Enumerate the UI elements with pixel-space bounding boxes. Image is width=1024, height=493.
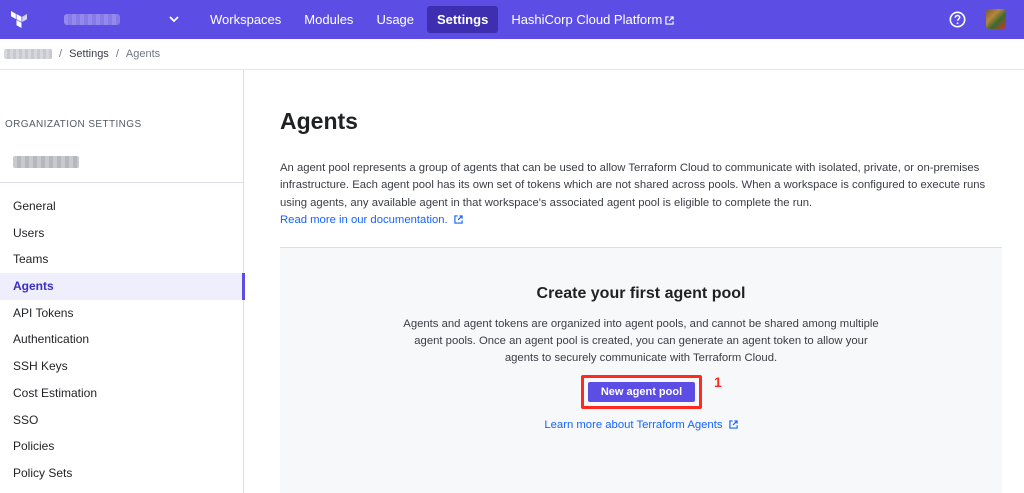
breadcrumb-separator: / <box>115 48 119 60</box>
nav-modules[interactable]: Modules <box>294 6 363 33</box>
sidebar-heading: ORGANIZATION SETTINGS <box>5 119 142 130</box>
breadcrumb-org-redacted[interactable] <box>4 49 52 59</box>
terraform-logo[interactable] <box>0 0 38 39</box>
sidebar-item-teams[interactable]: Teams <box>0 246 244 273</box>
page-title: Agents <box>280 108 358 134</box>
new-agent-pool-button[interactable]: New agent pool <box>588 382 695 402</box>
sidebar-divider <box>0 182 243 183</box>
sidebar-menu: General Users Teams Agents API Tokens Au… <box>0 193 245 487</box>
external-link-icon <box>454 215 463 224</box>
empty-state-title: Create your first agent pool <box>536 285 746 302</box>
help-icon[interactable] <box>949 11 966 28</box>
settings-sidebar: ORGANIZATION SETTINGS General Users Team… <box>0 70 245 493</box>
user-avatar[interactable] <box>986 9 1006 29</box>
nav-workspaces[interactable]: Workspaces <box>200 6 291 33</box>
breadcrumb-separator: / <box>59 48 63 60</box>
learn-more-agents-link[interactable]: Learn more about Terraform Agents <box>280 419 1002 431</box>
sidebar-org-redacted <box>13 156 79 168</box>
external-link-icon <box>665 16 675 25</box>
breadcrumb-agents: Agents <box>125 48 161 60</box>
empty-state-panel: Create your first agent pool Agents and … <box>280 247 1002 493</box>
sidebar-item-cost-estimation[interactable]: Cost Estimation <box>0 380 244 407</box>
empty-state-text: Agents and agent tokens are organized in… <box>403 318 879 365</box>
top-nav: Workspaces Modules Usage Settings HashiC… <box>0 0 1024 39</box>
description-text: An agent pool represents a group of agen… <box>280 162 986 209</box>
nav-usage[interactable]: Usage <box>366 6 424 33</box>
external-link-icon <box>728 420 738 429</box>
sidebar-item-general[interactable]: General <box>0 193 244 220</box>
documentation-link-label: Read more in our documentation. <box>280 214 448 227</box>
nav-hcp-link[interactable]: HashiCorp Cloud Platform <box>501 6 684 33</box>
sidebar-item-authentication[interactable]: Authentication <box>0 326 244 353</box>
page-description: An agent pool represents a group of agen… <box>280 160 1002 230</box>
chevron-down-icon[interactable] <box>168 14 180 26</box>
sidebar-item-api-tokens[interactable]: API Tokens <box>0 300 244 327</box>
nav-settings[interactable]: Settings <box>427 6 499 33</box>
breadcrumb: / Settings / Agents <box>0 39 1024 70</box>
sidebar-item-ssh-keys[interactable]: SSH Keys <box>0 353 244 380</box>
org-name-redacted[interactable] <box>64 14 120 25</box>
breadcrumb-settings[interactable]: Settings <box>69 48 109 60</box>
button-highlight-box: New agent pool <box>581 375 702 409</box>
documentation-link[interactable]: Read more in our documentation. <box>280 214 463 226</box>
learn-more-agents-label: Learn more about Terraform Agents <box>544 419 723 431</box>
sidebar-item-agents[interactable]: Agents <box>0 273 245 300</box>
sidebar-item-users[interactable]: Users <box>0 220 244 247</box>
sidebar-item-policy-sets[interactable]: Policy Sets <box>0 460 244 487</box>
sidebar-item-policies[interactable]: Policies <box>0 433 244 460</box>
sidebar-item-sso[interactable]: SSO <box>0 407 244 434</box>
nav-hcp-label: HashiCorp Cloud Platform <box>511 12 663 27</box>
step-marker: 1 <box>714 374 722 390</box>
main-nav: Workspaces Modules Usage Settings HashiC… <box>200 0 687 39</box>
